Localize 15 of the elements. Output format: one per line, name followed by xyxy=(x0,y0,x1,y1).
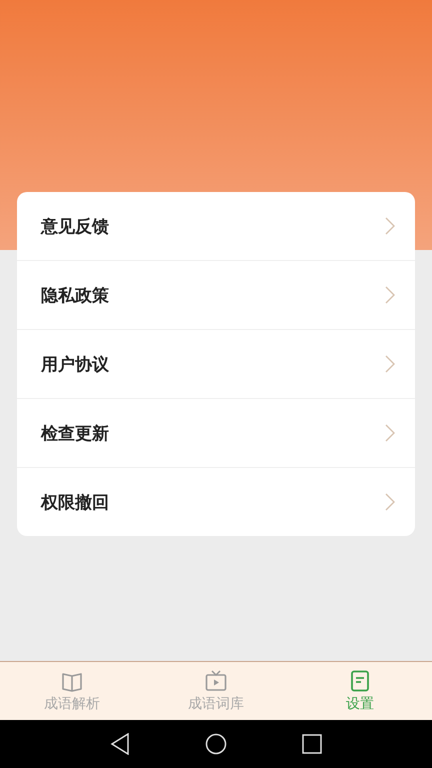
home-icon[interactable] xyxy=(205,733,227,755)
chevron-right-icon xyxy=(385,286,395,304)
menu-item[interactable]: 意见反馈 xyxy=(17,192,415,261)
back-icon[interactable] xyxy=(110,733,130,755)
chevron-right-icon xyxy=(385,424,395,442)
menu-item[interactable]: 用户协议 xyxy=(17,330,415,399)
chevron-right-icon xyxy=(385,355,395,373)
television-icon xyxy=(205,670,227,692)
recents-icon[interactable] xyxy=(302,734,322,754)
menu-item[interactable]: 检查更新 xyxy=(17,399,415,468)
menu-item[interactable]: 隐私政策 xyxy=(17,261,415,330)
chevron-right-icon xyxy=(385,217,395,235)
document-icon xyxy=(349,670,371,692)
menu-item[interactable]: 权限撤回 xyxy=(17,468,415,536)
chevron-right-icon xyxy=(385,493,395,511)
